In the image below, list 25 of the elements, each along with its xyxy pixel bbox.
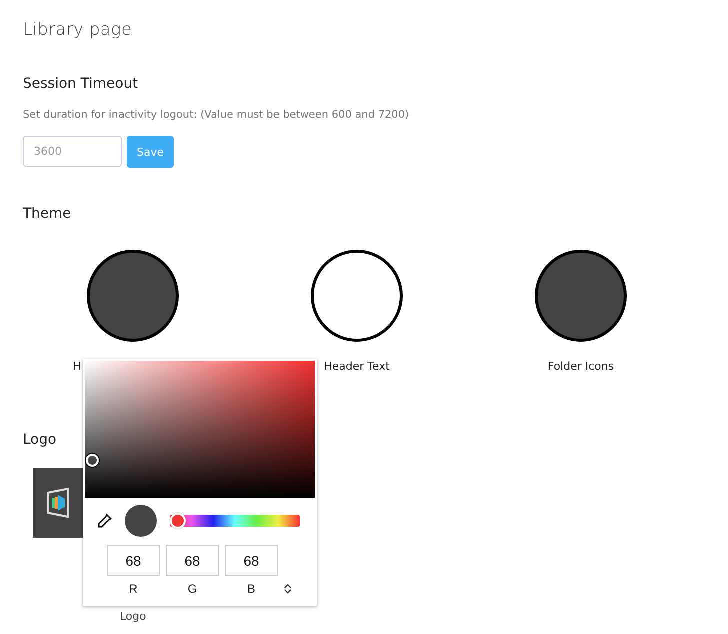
- toggle-icon[interactable]: [284, 584, 292, 594]
- channel-label: B: [247, 582, 256, 596]
- section-heading: Theme: [23, 206, 72, 222]
- swatch-label: Folder Icons: [548, 360, 614, 373]
- logo-icon: [45, 487, 71, 519]
- logo-tile[interactable]: [33, 468, 83, 538]
- picker-handle[interactable]: [86, 454, 99, 467]
- swatch-label: Header Text: [324, 360, 390, 373]
- channel-label: R: [129, 582, 138, 596]
- channel-input[interactable]: 68: [225, 545, 278, 576]
- section-heading: Logo: [23, 432, 58, 448]
- swatch-label: H: [73, 360, 82, 373]
- saturation-area[interactable]: [85, 361, 315, 498]
- slider-thumb[interactable]: [170, 513, 186, 529]
- channel-label: G: [188, 582, 198, 596]
- color-preview: [125, 505, 157, 537]
- page-title: Library page: [23, 20, 134, 40]
- timeout-input[interactable]: 3600: [23, 136, 122, 167]
- channel-input[interactable]: 68: [107, 545, 160, 576]
- eyedropper-icon[interactable]: [97, 513, 113, 529]
- description-text: Set duration for inactivity logout: (Value must be between 600 and 7200): [23, 109, 410, 121]
- channel-input[interactable]: 68: [166, 545, 219, 576]
- logo-caption: Logo: [120, 610, 148, 623]
- hue-slider[interactable]: [170, 515, 300, 527]
- section-heading: Session Timeout: [23, 76, 140, 92]
